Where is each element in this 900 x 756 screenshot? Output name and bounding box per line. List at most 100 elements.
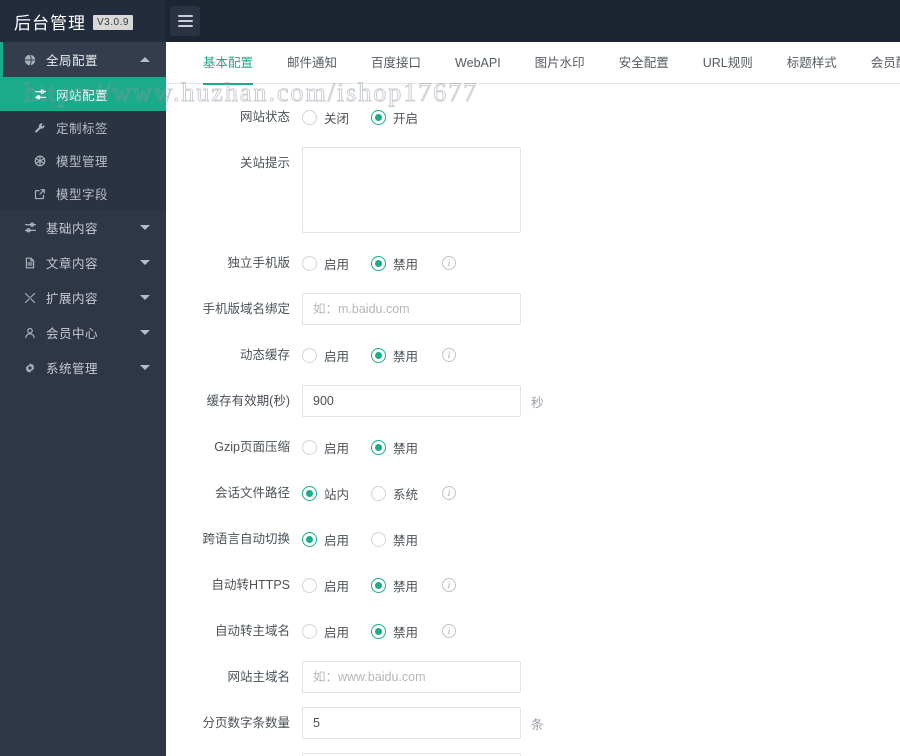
radio-auto-main-domain-0[interactable]: 启用 xyxy=(302,622,349,641)
form-control-session-file-path: 站内 系统 i xyxy=(302,477,457,509)
input-site-main-domain[interactable] xyxy=(302,661,521,693)
form-control-site-main-domain xyxy=(302,661,521,693)
input-mobile-domain-bind[interactable] xyxy=(302,293,521,325)
form-row-auto-main-domain: 自动转主域名 启用 禁用 i xyxy=(166,615,900,647)
form-control-gzip-compression: 启用 禁用 xyxy=(302,431,440,463)
form-control-auto-https: 启用 禁用 i xyxy=(302,569,457,601)
textarea-close-notice[interactable] xyxy=(302,147,521,233)
hamburger-icon-bar xyxy=(177,20,193,22)
radio-dot-icon xyxy=(371,485,387,501)
form-row-mobile-domain-bind: 手机版域名绑定 xyxy=(166,293,900,325)
radio-standalone-mobile-1[interactable]: 禁用 xyxy=(371,254,418,273)
form-row-close-notice: 关站提示 xyxy=(166,147,900,233)
chevron-down-icon[interactable] xyxy=(140,260,150,265)
radio-dot-icon xyxy=(302,347,317,363)
sidebar-group-4[interactable]: 会员中心 xyxy=(0,315,166,350)
radio-dot-icon xyxy=(371,109,387,125)
tab-标题样式[interactable]: 标题样式 xyxy=(770,42,854,84)
sliders-icon xyxy=(32,88,48,101)
radio-label: 开启 xyxy=(393,111,419,126)
form-row-pagination-count: 分页数字条数量 条 xyxy=(166,707,900,739)
info-icon[interactable]: i xyxy=(442,486,457,500)
hamburger-icon-bar xyxy=(177,15,193,17)
sidebar-group-0[interactable]: 全局配置 xyxy=(0,42,166,77)
radio-label: 禁用 xyxy=(393,579,419,594)
radio-site-status-0[interactable]: 关闭 xyxy=(302,108,349,127)
form-control-cross-language-auto-switch: 启用 禁用 xyxy=(302,523,440,555)
radio-dot-icon xyxy=(371,255,387,271)
radio-auto-main-domain-1[interactable]: 禁用 xyxy=(371,622,418,641)
chevron-down-icon[interactable] xyxy=(140,365,150,370)
unit-cache-ttl: 秒 xyxy=(531,395,544,410)
radio-dot-icon xyxy=(302,623,317,639)
radio-cross-language-auto-switch-0[interactable]: 启用 xyxy=(302,530,349,549)
tab-URL规则[interactable]: URL规则 xyxy=(686,42,770,84)
info-icon[interactable]: i xyxy=(442,624,457,638)
header-right-zone xyxy=(166,0,900,42)
radio-gzip-compression-0[interactable]: 启用 xyxy=(302,438,349,457)
sidebar-group-5[interactable]: 系统管理 xyxy=(0,350,166,385)
sidebar-group-2[interactable]: 文章内容 xyxy=(0,245,166,280)
info-icon[interactable]: i xyxy=(442,256,457,270)
radio-dynamic-cache-1[interactable]: 禁用 xyxy=(371,346,418,365)
radio-gzip-compression-1[interactable]: 禁用 xyxy=(371,438,418,457)
form-label-auto-https: 自动转HTTPS xyxy=(211,578,290,592)
form-label-session-file-path: 会话文件路径 xyxy=(214,486,290,500)
tab-会员配置[interactable]: 会员配置 xyxy=(854,42,900,84)
radio-cross-language-auto-switch-1[interactable]: 禁用 xyxy=(371,530,418,549)
input-cache-ttl[interactable] xyxy=(302,385,521,417)
content-area: 基本配置邮件通知百度接口WebAPI图片水印安全配置URL规则标题样式会员配置 … xyxy=(166,42,900,756)
sidebar-group-1[interactable]: 基础内容 xyxy=(0,210,166,245)
radio-dot-icon xyxy=(302,255,317,271)
form-label-site-main-domain: 网站主域名 xyxy=(227,670,290,684)
form-control-close-notice xyxy=(302,147,521,233)
sidebar-group-3[interactable]: 扩展内容 xyxy=(0,280,166,315)
cube-icon xyxy=(32,155,48,167)
radio-dot-icon xyxy=(371,439,387,455)
sidebar-group-label: 全局配置 xyxy=(46,54,99,68)
radio-session-file-path-1[interactable]: 系统 xyxy=(371,484,418,503)
radio-label: 启用 xyxy=(324,579,350,594)
sidebar-item-模型字段[interactable]: 模型字段 xyxy=(0,177,166,210)
tab-图片水印[interactable]: 图片水印 xyxy=(518,42,602,84)
radio-auto-https-1[interactable]: 禁用 xyxy=(371,576,418,595)
hamburger-icon-bar xyxy=(177,25,193,27)
tab-邮件通知[interactable]: 邮件通知 xyxy=(270,42,354,84)
chevron-down-icon[interactable] xyxy=(140,225,150,230)
sidebar-group-label: 会员中心 xyxy=(46,327,99,341)
chevron-down-icon[interactable] xyxy=(140,295,150,300)
form-row-standalone-mobile: 独立手机版 启用 禁用 i xyxy=(166,247,900,279)
sidebar-item-label: 网站配置 xyxy=(56,88,109,103)
sidebar-item-模型管理[interactable]: 模型管理 xyxy=(0,144,166,177)
gear-icon xyxy=(22,362,38,374)
input-pagination-count[interactable] xyxy=(302,707,521,739)
brand: 后台管理 V3.0.9 xyxy=(14,0,133,42)
version-badge: V3.0.9 xyxy=(93,14,133,30)
radio-site-status-1[interactable]: 开启 xyxy=(371,108,418,127)
radio-auto-https-0[interactable]: 启用 xyxy=(302,576,349,595)
chevron-down-icon[interactable] xyxy=(140,330,150,335)
tab-基本配置[interactable]: 基本配置 xyxy=(186,42,270,85)
sidebar-group-label: 扩展内容 xyxy=(46,292,99,306)
info-icon[interactable]: i xyxy=(442,348,457,362)
tab-安全配置[interactable]: 安全配置 xyxy=(602,42,686,84)
form-label-cache-ttl: 缓存有效期(秒) xyxy=(206,394,290,408)
form-control-dynamic-cache: 启用 禁用 i xyxy=(302,339,457,371)
chevron-up-icon[interactable] xyxy=(140,57,150,62)
radio-dot-icon xyxy=(302,577,317,593)
radio-dynamic-cache-0[interactable]: 启用 xyxy=(302,346,349,365)
form-row-cross-language-auto-switch: 跨语言自动切换 启用 禁用 xyxy=(166,523,900,555)
radio-session-file-path-0[interactable]: 站内 xyxy=(302,484,349,503)
form-control-auto-main-domain: 启用 禁用 i xyxy=(302,615,457,647)
radio-dot-icon xyxy=(302,109,317,125)
radio-standalone-mobile-0[interactable]: 启用 xyxy=(302,254,349,273)
radio-dot-icon xyxy=(371,577,387,593)
external-link-icon xyxy=(32,188,48,200)
tab-WebAPI[interactable]: WebAPI xyxy=(438,42,518,84)
form-row-dynamic-cache: 动态缓存 启用 禁用 i xyxy=(166,339,900,371)
info-icon[interactable]: i xyxy=(442,578,457,592)
menu-toggle-button[interactable] xyxy=(170,6,200,36)
tab-百度接口[interactable]: 百度接口 xyxy=(354,42,438,84)
sidebar-item-网站配置[interactable]: 网站配置 xyxy=(0,77,166,111)
sidebar-item-定制标签[interactable]: 定制标签 xyxy=(0,111,166,144)
